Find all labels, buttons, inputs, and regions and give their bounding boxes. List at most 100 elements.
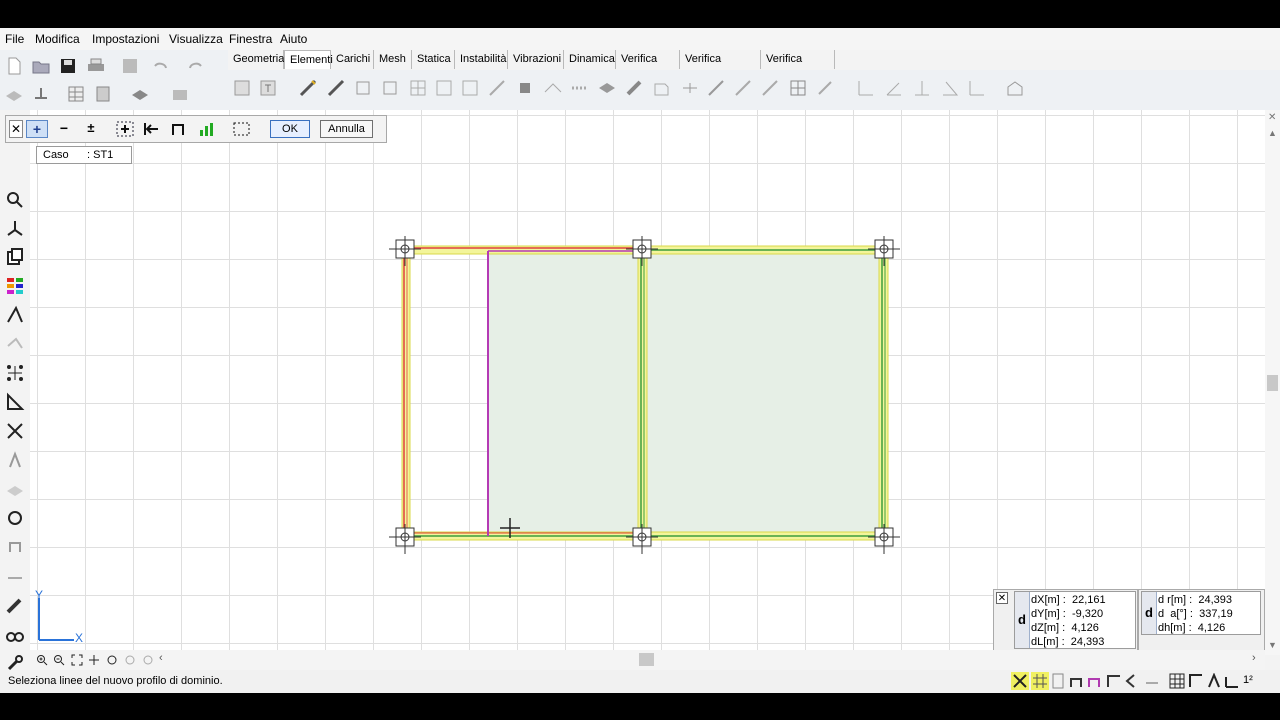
axes-3d-icon[interactable] [5,218,25,238]
measure-icon[interactable] [5,305,25,325]
zoom-window-icon[interactable] [124,654,136,666]
local-axes-icon[interactable] [967,78,987,98]
release-icon[interactable] [815,78,835,98]
grid-nodes-icon[interactable] [788,78,808,98]
element-section-icon[interactable] [258,78,278,98]
view-3d-icon[interactable] [130,84,150,104]
menu-visualizza[interactable]: Visualizza [169,32,223,46]
floor-icon[interactable] [434,78,454,98]
constraint-icon[interactable] [680,78,700,98]
axis-x-icon[interactable] [856,78,876,98]
cancel-button[interactable]: Annulla [320,120,373,138]
tab-verifica-ca[interactable]: Verifica CA [616,50,680,83]
slab-panel-right[interactable] [644,251,884,535]
menu-impostazioni[interactable]: Impostazioni [92,32,159,46]
triangle-ruler-icon[interactable] [5,392,25,412]
pencil-icon[interactable] [5,595,25,615]
select-previous-icon[interactable] [142,120,162,138]
redo-icon[interactable] [186,57,206,77]
menu-modifica[interactable]: Modifica [35,32,80,46]
building-icon[interactable] [1005,78,1025,98]
axis-y-icon[interactable] [884,78,904,98]
select-all-icon[interactable] [115,120,135,138]
zoom-extents-icon[interactable] [71,654,83,666]
remove-selection-button[interactable]: − [54,120,74,138]
rigid-link-icon[interactable] [760,78,780,98]
ucs-icon[interactable] [1224,673,1240,689]
zoom-out-icon[interactable] [53,654,65,666]
close-measure-button[interactable]: ✕ [996,592,1008,604]
snap-intersection-icon[interactable] [1087,673,1103,689]
snap-perpendicular-icon[interactable] [1106,673,1122,689]
add-selection-button[interactable]: + [26,120,48,138]
stack-icon[interactable] [120,56,140,76]
plate-icon[interactable] [353,78,373,98]
cross-tool-icon[interactable] [5,421,25,441]
layers-tool-icon[interactable] [5,479,25,499]
beam-draw-icon[interactable] [298,78,318,98]
tab-verifica-legno[interactable]: Verifica legno [761,50,835,83]
scroll-right-icon[interactable]: › [1252,652,1256,664]
copy-icon[interactable] [5,247,25,267]
units-indicator-icon[interactable]: 1² [1243,674,1253,686]
ortho-icon[interactable] [1188,673,1204,689]
snap-grid-icon[interactable] [1031,672,1049,690]
extend-icon[interactable] [5,566,25,586]
beam-right[interactable] [878,245,889,541]
section-view-icon[interactable] [5,624,25,644]
pan-icon[interactable] [88,654,100,666]
drawing-canvas[interactable]: Y X [30,110,1265,650]
diagonal-icon[interactable] [706,78,726,98]
scroll-down-icon[interactable]: ▼ [1268,640,1277,650]
line-icon[interactable] [487,78,507,98]
line-tool-icon[interactable] [5,334,25,354]
slab-panel-left[interactable] [487,251,641,535]
tab-carichi[interactable]: Carichi [331,50,374,69]
layer-icon[interactable] [4,84,24,104]
tab-geometria[interactable]: Geometria [228,50,284,69]
snap-element-icon[interactable] [1051,673,1065,689]
vertical-scrollbar[interactable]: ✕ ▲ ▼ [1265,110,1280,655]
text-tool-icon[interactable] [5,450,25,470]
snap-tangent-icon[interactable] [1124,673,1140,689]
scroll-up-icon[interactable]: ▲ [1268,128,1277,138]
close-view-icon[interactable]: ✕ [1268,112,1276,123]
shell-icon[interactable] [597,78,617,98]
tab-verifica-acciaio[interactable]: Verifica acciaio [680,50,761,83]
menu-finestra[interactable]: Finestra [229,32,272,46]
snap-midpoint-icon[interactable] [1069,673,1085,689]
menu-file[interactable]: File [5,32,24,46]
horizontal-scroll-thumb[interactable] [639,653,654,666]
rotate-icon[interactable] [5,508,25,528]
column-draw-icon[interactable] [326,78,346,98]
element-properties-icon[interactable] [232,78,252,98]
offset-icon[interactable] [5,537,25,557]
zoom-dynamic-icon[interactable] [142,654,154,666]
tab-statica[interactable]: Statica [412,50,455,69]
axis-z-icon[interactable] [912,78,932,98]
wall-icon[interactable] [380,78,400,98]
solid-icon[interactable] [651,78,671,98]
ok-button[interactable]: OK [270,120,310,138]
beam-middle[interactable] [637,245,648,541]
table-icon[interactable] [66,84,86,104]
horizontal-scrollbar[interactable]: ‹ › [30,650,1265,670]
beam-left[interactable] [401,245,411,541]
menu-aiuto[interactable]: Aiuto [280,32,307,46]
scroll-left-icon[interactable]: ‹ [159,652,163,664]
tab-dinamica[interactable]: Dinamica [564,50,616,69]
vertical-scroll-thumb[interactable] [1267,375,1278,391]
snap-nearest-icon[interactable] [1144,673,1160,689]
beam-top-right[interactable] [639,245,891,255]
open-folder-icon[interactable] [31,56,51,76]
slab-icon[interactable] [460,78,480,98]
truss-icon[interactable] [570,78,590,98]
polar-icon[interactable] [1206,673,1222,689]
zoom-in-icon[interactable] [36,654,48,666]
close-toolbar-button[interactable]: ✕ [9,120,23,138]
frame-icon[interactable] [408,78,428,98]
zoom-icon[interactable] [5,190,25,210]
node-grid-icon[interactable] [5,363,25,383]
tab-instabilita[interactable]: Instabilità [455,50,508,69]
angle-icon[interactable] [940,78,960,98]
